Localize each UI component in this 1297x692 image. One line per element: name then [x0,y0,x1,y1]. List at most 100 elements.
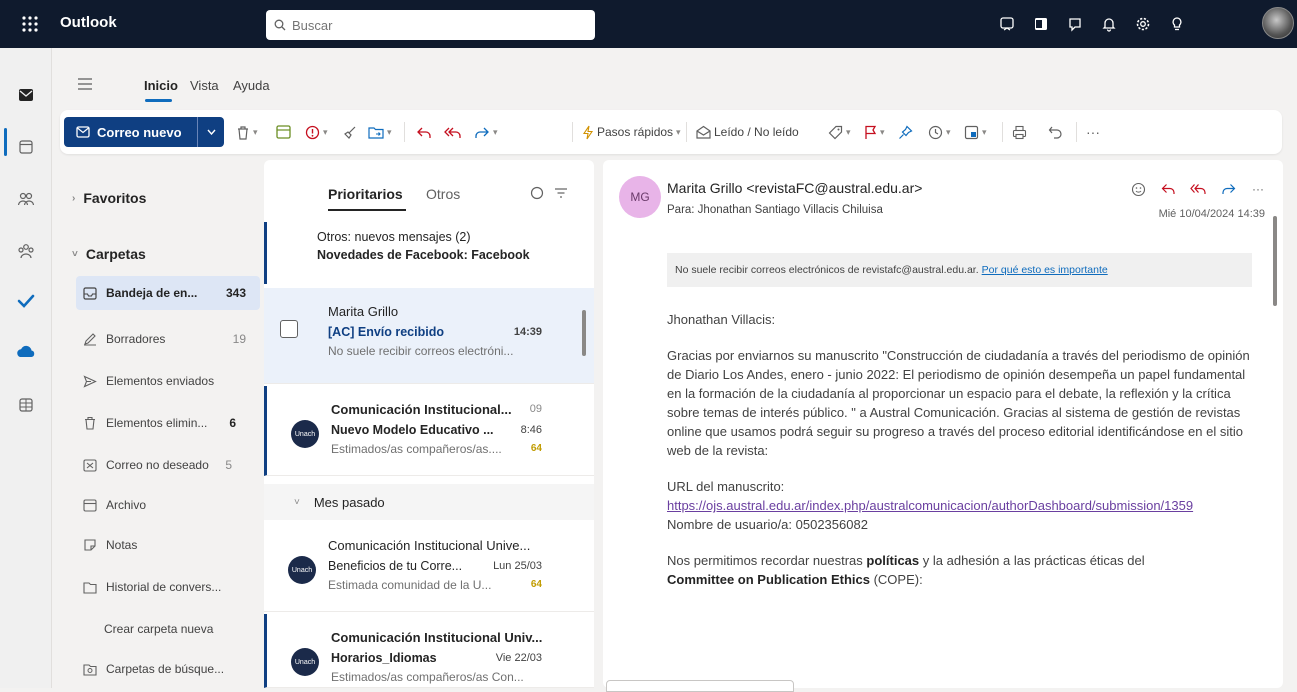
tab-otros[interactable]: Otros [426,186,460,202]
mail-icon[interactable] [13,82,39,108]
folder-label: Borradores [106,332,166,346]
move-to-button[interactable]: ▾ [368,122,392,142]
tab-selected-indicator [328,209,406,211]
create-folder-link[interactable]: Crear carpeta nueva [76,612,260,646]
manuscript-link[interactable]: https://ojs.austral.edu.ar/index.php/aus… [667,498,1193,513]
reply-all-icon[interactable] [1185,178,1211,200]
reply-all-button[interactable] [444,122,462,142]
hamburger-menu-icon[interactable] [78,78,92,90]
search-folder-icon [82,661,98,677]
folders-header[interactable]: ˅ Carpetas [72,246,146,262]
app-launcher-icon[interactable] [18,13,42,35]
search-box[interactable] [266,10,595,40]
sent-icon [82,373,98,389]
tab-inicio[interactable]: Inicio [144,78,178,93]
folder-search-folders[interactable]: Carpetas de búsque... [76,652,260,686]
emoji-react-icon[interactable] [1125,178,1151,200]
active-indicator [4,128,7,156]
report-button[interactable]: ▾ [305,122,328,142]
todo-check-icon[interactable] [13,288,39,314]
quick-steps-button[interactable]: Pasos rápidos ▾ [582,122,681,142]
feedback-icon[interactable] [1058,10,1092,38]
people-icon[interactable] [13,186,39,212]
select-mode-icon[interactable] [530,186,544,200]
body-paragraph: URL del manuscrito: https://ojs.austral.… [667,477,1257,534]
warning-link[interactable]: Por qué esto es importante [982,264,1108,276]
list-item[interactable]: Unach Comunicación Institucional... 09 N… [264,386,594,476]
lightbulb-icon[interactable] [1160,10,1194,38]
folder-sent[interactable]: Elementos enviados [76,364,260,398]
onedrive-icon[interactable] [13,338,39,364]
list-item[interactable]: Unach Comunicación Institucional Univ...… [264,614,594,688]
sender-avatar[interactable]: MG [619,176,661,218]
word-icon[interactable] [1024,10,1058,38]
tab-selected-indicator [145,99,172,102]
filter-icon[interactable] [554,187,568,199]
list-item[interactable]: Marita Grillo [AC] Envío recibido 14:39 … [264,288,594,384]
folder-junk[interactable]: Correo no deseado 5 [76,448,260,482]
warning-banner: No suele recibir correos electrónicos de… [667,253,1252,287]
forward-button[interactable]: ▾ [474,122,498,142]
others-banner[interactable]: Otros: nuevos mensajes (2) Novedades de … [264,222,594,284]
body-greeting: Jhonathan Villacis: [667,312,776,327]
message-from[interactable]: Marita Grillo <revistaFC@austral.edu.ar> [667,180,922,196]
folder-deleted[interactable]: Elementos elimin... 6 [76,406,260,440]
message-list: Prioritarios Otros Otros: nuevos mensaje… [264,160,594,688]
sweep-button[interactable] [342,122,357,142]
reading-scrollbar[interactable] [1273,216,1277,306]
print-icon [1012,125,1027,140]
top-bar: Outlook [0,0,1297,48]
list-item[interactable]: Unach Comunicación Institucional Unive..… [264,522,594,612]
message-date: Mié 10/04/2024 14:39 [1158,208,1265,220]
tab-ayuda[interactable]: Ayuda [233,78,270,93]
archive-button[interactable] [276,122,291,142]
draft-tab[interactable] [606,680,794,692]
favorites-header[interactable]: › Favoritos [72,190,146,206]
move-folder-icon [368,125,384,139]
pin-button[interactable] [898,122,913,142]
search-input[interactable] [292,17,582,33]
folder-conversation-history[interactable]: Historial de convers... [76,570,260,604]
reply-icon[interactable] [1155,178,1181,200]
list-scrollbar[interactable] [582,310,586,356]
folder-inbox[interactable]: Bandeja de en... 343 [76,276,260,310]
delete-button[interactable]: ▾ [236,122,258,142]
snooze-button[interactable]: ▾ [928,122,951,142]
toolbar-divider [404,122,405,142]
teams-icon[interactable] [990,10,1024,38]
group-header[interactable]: ˅ Mes pasado [264,484,594,520]
app-title[interactable]: Outlook [60,14,117,31]
more-options-icon[interactable]: ··· [1086,122,1100,142]
message-subject: Nuevo Modelo Educativo ... [331,423,494,437]
reply-button[interactable] [416,122,432,142]
bell-icon[interactable] [1092,10,1126,38]
more-options-icon[interactable]: ··· [1245,178,1271,200]
apps-icon[interactable] [13,392,39,418]
policies-link[interactable]: políticas [866,553,919,568]
folder-notes[interactable]: Notas [76,528,260,562]
categorize-button[interactable]: ▾ [828,122,851,142]
tab-vista[interactable]: Vista [190,78,219,93]
gear-icon[interactable] [1126,10,1160,38]
message-tag: 64 [530,443,542,454]
rules-button[interactable]: ▾ [964,122,987,142]
tab-prioritarios[interactable]: Prioritarios [328,186,403,202]
calendar-icon[interactable] [13,134,39,160]
folders-label: Carpetas [85,246,146,262]
message-time: Lun 25/03 [493,560,542,572]
undo-button[interactable] [1048,122,1063,142]
groups-icon[interactable] [13,238,39,264]
folder-drafts[interactable]: Borradores 19 [76,322,260,356]
chevron-down-icon[interactable] [198,117,224,147]
forward-icon[interactable] [1215,178,1241,200]
avatar: Unach [288,556,316,584]
select-checkbox[interactable] [280,320,298,338]
read-unread-button[interactable]: Leído / No leído [696,122,799,142]
folder-archive[interactable]: Archivo [76,488,260,522]
flag-button[interactable]: ▾ [864,122,885,142]
user-avatar[interactable] [1262,7,1294,39]
folder-label: Historial de convers... [106,580,222,594]
inbox-icon [82,285,98,301]
new-mail-button[interactable]: Correo nuevo [64,117,224,147]
print-button[interactable] [1012,122,1027,142]
